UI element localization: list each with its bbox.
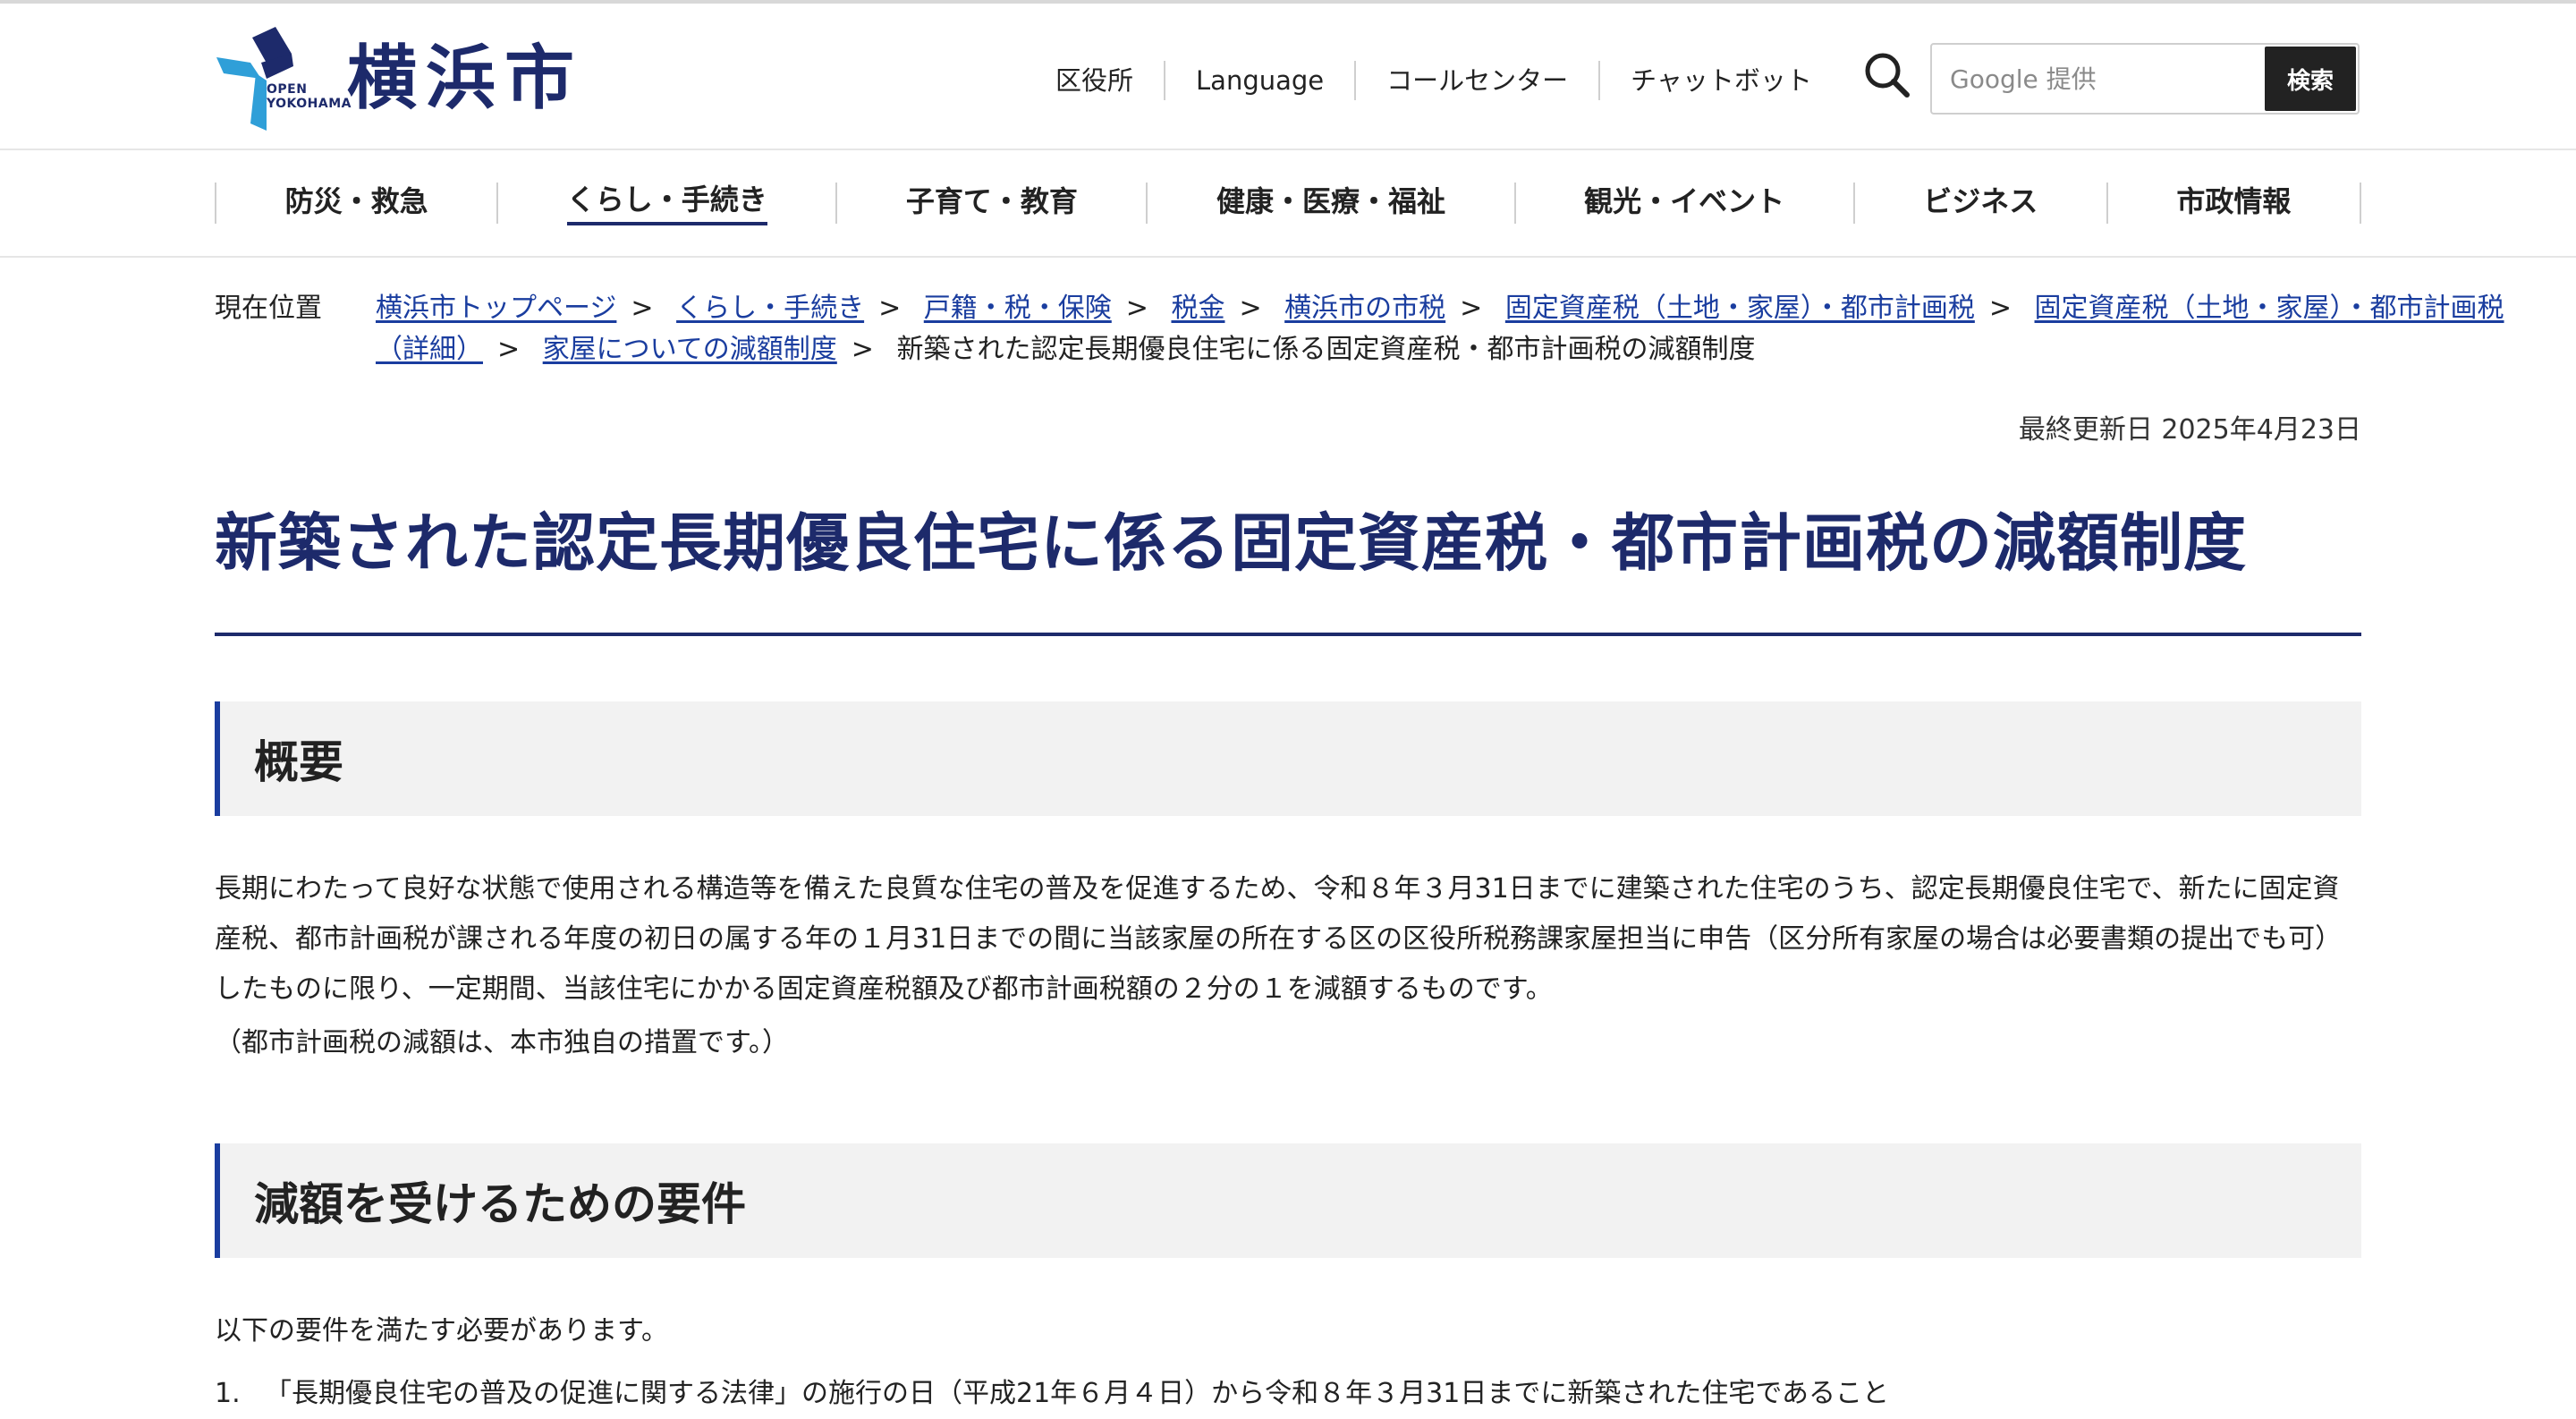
breadcrumb-link-living[interactable]: くらし・手続き	[676, 293, 864, 324]
breadcrumb-item: 家屋についての減額制度 >	[543, 334, 888, 365]
nav-business[interactable]: ビジネス	[1923, 183, 2038, 224]
last-updated: 最終更新日 2025年4月23日	[2018, 414, 2361, 446]
util-link-language[interactable]: Language	[1164, 61, 1354, 100]
global-nav-item: 健康・医療・福祉	[1146, 183, 1513, 224]
breadcrumb-separator: >	[878, 293, 902, 324]
global-nav-item: 市政情報	[2106, 183, 2361, 224]
logo-text: 横浜市	[347, 38, 584, 119]
breadcrumb-link-top[interactable]: 横浜市トップページ	[376, 293, 616, 324]
breadcrumb-separator: >	[631, 293, 654, 324]
search-input[interactable]	[1934, 47, 2267, 111]
logo-subtext: OPEN YOKOHAMA	[267, 82, 352, 111]
breadcrumb-link-family-register[interactable]: 戸籍・税・保険	[924, 293, 1112, 324]
requirements-list: 1. 「長期優良住宅の普及の促進に関する法律」の施行の日（平成21年６月４日）か…	[215, 1369, 2361, 1419]
breadcrumb-separator: >	[851, 334, 874, 365]
list-item-text: 「長期優良住宅の普及の促進に関する法律」の施行の日（平成21年６月４日）から令和…	[265, 1378, 1890, 1409]
breadcrumb-item: くらし・手続き >	[676, 293, 915, 324]
search-button[interactable]: 検索	[2265, 47, 2356, 111]
title-divider	[215, 633, 2361, 636]
nav-childcare-education[interactable]: 子育て・教育	[906, 183, 1078, 224]
breadcrumb-item: 戸籍・税・保険 >	[924, 293, 1163, 324]
breadcrumb-item: 新築された認定長期優良住宅に係る固定資産税・都市計画税の減額制度	[896, 334, 1755, 365]
breadcrumb-separator: >	[497, 334, 521, 365]
section-heading-requirements: 減額を受けるための要件	[215, 1143, 2361, 1258]
breadcrumb-link-house-reduction[interactable]: 家屋についての減額制度	[543, 334, 837, 365]
nav-tourism-events[interactable]: 観光・イベント	[1584, 183, 1784, 224]
breadcrumb-separator: >	[1460, 293, 1483, 324]
nav-health-welfare[interactable]: 健康・医療・福祉	[1216, 183, 1445, 224]
global-nav: 防災・救急 くらし・手続き 子育て・教育 健康・医療・福祉 観光・イベント ビジ…	[0, 150, 2576, 258]
search-icon[interactable]	[1860, 48, 1914, 102]
global-nav-item: ビジネス	[1852, 183, 2106, 224]
breadcrumb-link-property-tax[interactable]: 固定資産税（土地・家屋）・都市計画税	[1505, 293, 1975, 324]
nav-disaster-emergency[interactable]: 防災・救急	[285, 183, 428, 224]
global-nav-item: くらし・手続き	[496, 181, 835, 225]
site-header: OPEN YOKOHAMA 横浜市 区役所 Language コールセンター チ…	[0, 4, 2576, 150]
breadcrumb-link-tax[interactable]: 税金	[1171, 293, 1224, 324]
list-item: 1. 「長期優良住宅の普及の促進に関する法律」の施行の日（平成21年６月４日）か…	[215, 1369, 2361, 1419]
section-heading-overview: 概要	[215, 701, 2361, 816]
yokohama-logo-icon: OPEN YOKOHAMA	[215, 27, 351, 131]
util-link-chatbot[interactable]: チャットボット	[1598, 61, 1843, 100]
breadcrumb-separator: >	[1125, 293, 1148, 324]
breadcrumb-item: 税金 >	[1171, 293, 1275, 324]
requirements-intro: 以下の要件を満たす必要があります。	[215, 1315, 668, 1347]
util-link-ward-office[interactable]: 区役所	[1055, 61, 1164, 100]
logo-sub-line1: OPEN	[267, 82, 308, 97]
logo-sub-line2: YOKOHAMA	[267, 97, 352, 111]
breadcrumb-link-city-tax[interactable]: 横浜市の市税	[1284, 293, 1445, 324]
nav-city-info[interactable]: 市政情報	[2176, 183, 2291, 224]
page-title: 新築された認定長期優良住宅に係る固定資産税・都市計画税の減額制度	[215, 506, 2247, 580]
breadcrumb-item: 横浜市の市税 >	[1284, 293, 1496, 324]
breadcrumb-item: 固定資産税（土地・家屋）・都市計画税 >	[1505, 293, 2026, 324]
breadcrumb-label: 現在位置	[215, 293, 322, 324]
global-nav-item: 防災・救急	[215, 183, 496, 224]
breadcrumb-current: 新築された認定長期優良住宅に係る固定資産税・都市計画税の減額制度	[896, 334, 1756, 365]
breadcrumb-separator: >	[1239, 293, 1262, 324]
utility-nav: 区役所 Language コールセンター チャットボット	[1055, 57, 1843, 104]
global-nav-item: 観光・イベント	[1513, 183, 1853, 224]
breadcrumb-item: 横浜市トップページ >	[376, 293, 668, 324]
overview-paragraph: 長期にわたって良好な状態で使用される構造等を備えた良質な住宅の普及を促進するため…	[215, 873, 2343, 1005]
nav-living-procedures[interactable]: くらし・手続き	[566, 181, 767, 225]
site-search: 検索	[1930, 43, 2360, 115]
site-logo-link[interactable]: OPEN YOKOHAMA 横浜市	[215, 27, 617, 131]
global-nav-item: 子育て・教育	[835, 183, 1146, 224]
list-item-number: 1.	[215, 1378, 241, 1409]
overview-note: （都市計画税の減額は、本市独自の措置です。）	[215, 1027, 789, 1058]
global-nav-list: 防災・救急 くらし・手続き 子育て・教育 健康・医療・福祉 観光・イベント ビジ…	[215, 181, 2361, 225]
util-link-call-center[interactable]: コールセンター	[1354, 61, 1598, 100]
breadcrumb-list: 横浜市トップページ > くらし・手続き > 戸籍・税・保険 > 税金 > 横浜市の市税 >…	[376, 288, 2540, 370]
breadcrumb-separator: >	[1988, 293, 2012, 324]
